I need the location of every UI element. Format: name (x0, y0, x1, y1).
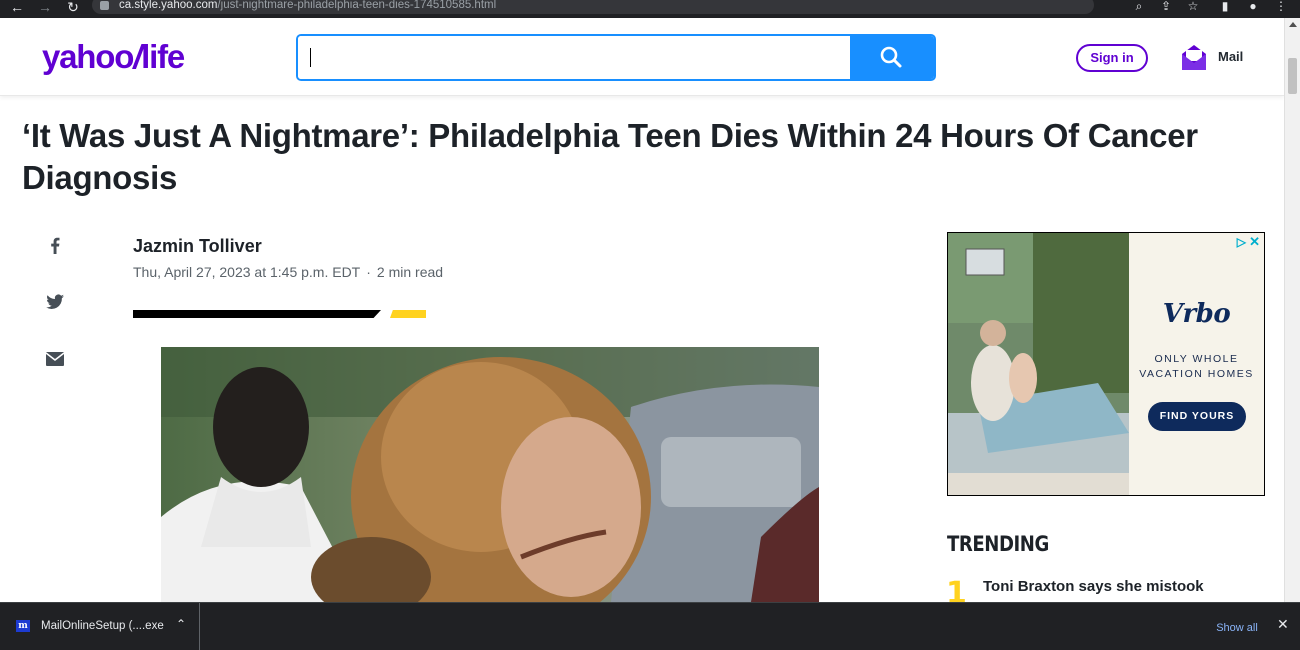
bookmark-star-icon[interactable]: ☆ (1184, 0, 1202, 14)
profile-icon[interactable]: ● (1244, 0, 1262, 14)
ad-close-icon[interactable]: ✕ (1249, 234, 1260, 250)
back-arrow-icon[interactable]: ← (6, 0, 28, 18)
facebook-icon (51, 237, 60, 254)
site-header: yahoo/life Sign in Mail (0, 18, 1284, 96)
sign-in-button[interactable]: Sign in (1076, 44, 1148, 72)
decorative-divider-black (133, 310, 381, 318)
text-caret (310, 48, 311, 67)
search-icon (880, 46, 902, 68)
download-item[interactable]: m MailOnlineSetup (....exe ⌃ (0, 603, 200, 650)
scroll-up-arrow-icon[interactable] (1289, 22, 1297, 27)
ad-tagline: ONLY WHOLE VACATION HOMES (1139, 353, 1254, 380)
side-panel-icon[interactable]: ▮ (1216, 0, 1234, 14)
twitter-icon (46, 294, 64, 309)
share-page-icon[interactable]: ⇪ (1157, 0, 1175, 14)
search-box (296, 34, 936, 81)
vrbo-advertisement[interactable]: Vrbo ONLY WHOLE VACATION HOMES FIND YOURS… (947, 232, 1265, 496)
mail-envelope-icon[interactable] (1180, 42, 1208, 72)
lock-icon (100, 1, 109, 10)
facebook-share-button[interactable] (42, 233, 68, 259)
search-input[interactable] (298, 36, 852, 79)
browser-toolbar: ← → ↻ ca.style.yahoo.com/just-nightmare-… (0, 0, 1300, 18)
author-name[interactable]: Jazmin Tolliver (133, 236, 262, 257)
decorative-divider-yellow (390, 310, 426, 318)
teen-portrait-photo (161, 347, 819, 602)
forward-arrow-icon[interactable]: → (34, 0, 56, 18)
vrbo-logo: Vrbo (1162, 299, 1231, 329)
envelope-icon (45, 352, 65, 366)
mail-link[interactable]: Mail (1218, 49, 1243, 64)
reload-icon[interactable]: ↻ (62, 0, 84, 18)
address-bar[interactable]: ca.style.yahoo.com/just-nightmare-philad… (92, 0, 1094, 14)
zoom-icon[interactable]: ⌕ (1130, 0, 1148, 14)
article-meta: Thu, April 27, 2023 at 1:45 p.m. EDT · 2 m… (133, 264, 443, 280)
yahoo-life-logo[interactable]: yahoo/life (42, 38, 185, 76)
article-headline: ‘It Was Just A Nightmare’: Philadelphia … (22, 117, 1198, 196)
trending-heading: TRENDING (947, 532, 1049, 556)
scrollbar-thumb[interactable] (1288, 58, 1297, 94)
meta-separator: · (366, 264, 371, 280)
adchoices-icon[interactable]: ▷ (1237, 235, 1246, 249)
read-time: 2 min read (376, 264, 444, 280)
url-text: ca.style.yahoo.com/just-nightmare-philad… (119, 0, 497, 11)
article-hero-image[interactable] (161, 347, 819, 602)
chevron-up-icon[interactable]: ⌃ (176, 617, 186, 631)
download-file-name: MailOnlineSetup (....exe (41, 620, 164, 632)
download-shelf: m MailOnlineSetup (....exe ⌃ Show all ✕ (0, 602, 1300, 650)
ad-text-panel: Vrbo ONLY WHOLE VACATION HOMES FIND YOURS (1129, 233, 1264, 495)
find-yours-button[interactable]: FIND YOURS (1148, 402, 1246, 431)
twitter-share-button[interactable] (42, 289, 68, 315)
chrome-menu-icon[interactable]: ⋮ (1272, 0, 1290, 14)
search-button[interactable] (850, 36, 934, 79)
publish-date: Thu, April 27, 2023 at 1:45 p.m. EDT (133, 264, 361, 280)
show-all-button[interactable]: Show all (1205, 617, 1269, 639)
email-share-button[interactable] (42, 346, 68, 372)
file-icon: m (16, 620, 30, 632)
close-icon[interactable]: ✕ (1277, 616, 1289, 633)
ad-photo (948, 233, 1129, 495)
page-scrollbar[interactable] (1284, 18, 1300, 602)
